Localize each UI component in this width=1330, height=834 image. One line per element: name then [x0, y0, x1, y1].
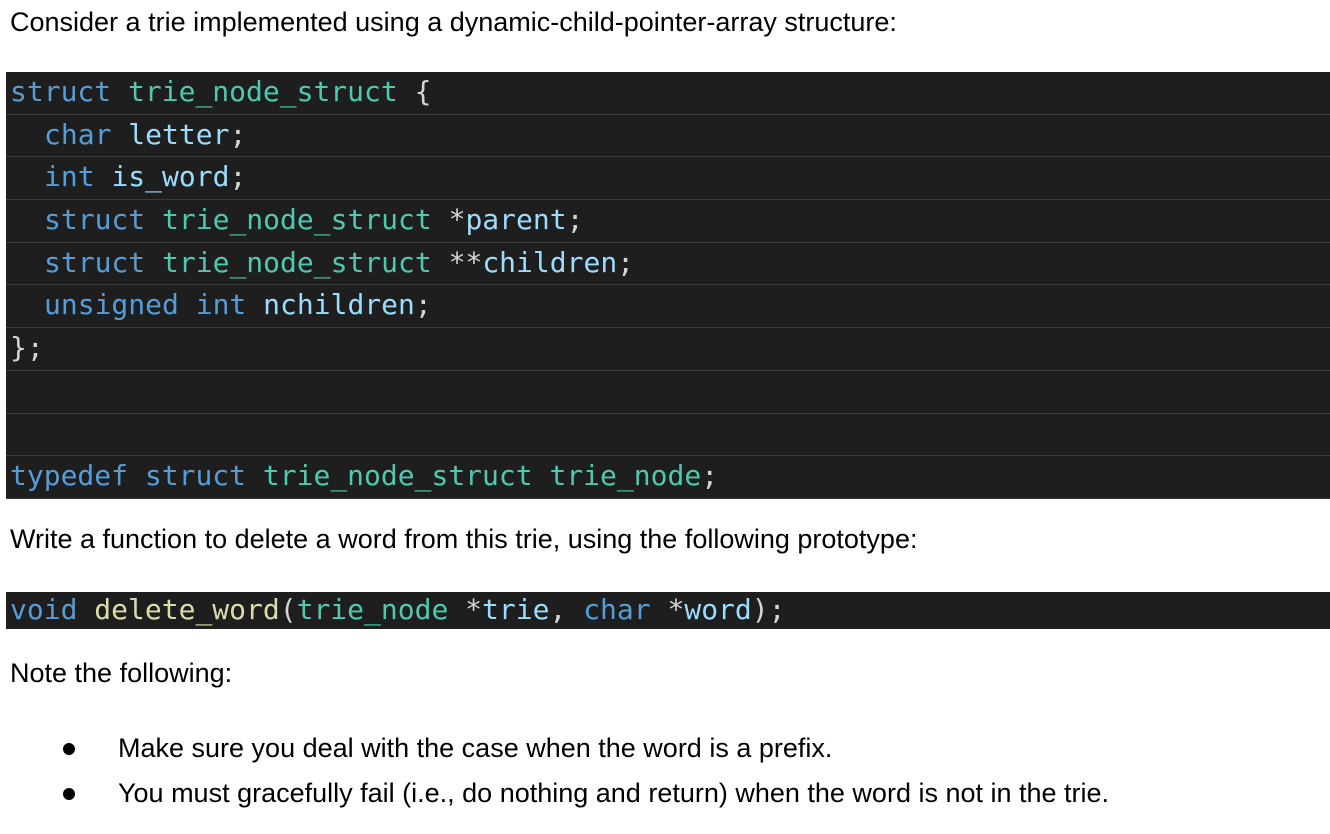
keyword: struct	[10, 75, 112, 108]
list-item-text: Make sure you deal with the case when th…	[118, 733, 833, 763]
intro-text: Consider a trie implemented using a dyna…	[10, 7, 897, 37]
type-name: trie_node	[549, 459, 702, 493]
code-line: struct trie_node_struct {	[6, 72, 1330, 115]
code-line: typedef struct trie_node_struct trie_nod…	[6, 456, 1330, 499]
keyword: char	[583, 593, 651, 626]
type-name: trie_node_struct	[162, 203, 432, 237]
punctuation: ;	[617, 245, 635, 279]
keyword: struct	[44, 203, 146, 237]
code-line: };	[6, 328, 1330, 371]
bullet-icon	[63, 788, 75, 800]
struct-code-block: struct trie_node_struct { char letter; i…	[6, 72, 1330, 499]
code-line: unsigned int nchildren;	[6, 285, 1330, 329]
code-line: struct trie_node_struct **children;	[6, 243, 1330, 286]
punctuation: ;	[566, 203, 584, 237]
parameter-name: word	[684, 593, 752, 626]
punctuation: ,	[549, 593, 567, 626]
punctuation: );	[751, 593, 786, 626]
pointer-operator: *	[448, 203, 466, 237]
field-name: letter	[128, 117, 230, 151]
code-line: int is_word;	[6, 157, 1330, 201]
prototype-code-block: void delete_word(trie_node *trie, char *…	[6, 592, 1330, 629]
pointer-operator: *	[465, 593, 483, 626]
pointer-operator: *	[667, 593, 685, 626]
note-heading: Note the following:	[10, 658, 233, 688]
type-name: trie_node_struct	[262, 459, 533, 493]
list-item-text: You must gracefully fail (i.e., do nothi…	[118, 778, 1110, 808]
field-name: parent	[465, 203, 567, 237]
keyword: char	[44, 117, 112, 151]
list-item: Make sure you deal with the case when th…	[0, 726, 1109, 771]
punctuation: (	[279, 593, 297, 626]
keyword: int	[195, 288, 247, 322]
list-item: You must gracefully fail (i.e., do nothi…	[0, 771, 1109, 816]
function-name: delete_word	[94, 593, 280, 626]
code-line-empty	[6, 414, 1330, 457]
punctuation: ;	[414, 288, 432, 322]
code-line: char letter;	[6, 115, 1330, 158]
field-name: children	[482, 245, 618, 279]
type-name: trie_node_struct	[162, 245, 432, 279]
type-name: trie_node_struct	[128, 75, 398, 108]
instruction-text: Write a function to delete a word from t…	[10, 524, 918, 554]
keyword: typedef	[10, 459, 129, 493]
punctuation: };	[10, 331, 44, 365]
code-line: struct trie_node_struct *parent;	[6, 200, 1330, 243]
punctuation: ;	[229, 160, 247, 194]
pointer-operator: **	[448, 245, 483, 279]
field-name: nchildren	[263, 288, 415, 322]
bullet-icon	[63, 743, 75, 755]
field-name: is_word	[111, 160, 230, 194]
code-line: void delete_word(trie_node *trie, char *…	[6, 592, 1330, 629]
keyword: struct	[44, 245, 146, 279]
parameter-name: trie	[482, 593, 550, 626]
punctuation: ;	[701, 459, 719, 493]
code-line-empty	[6, 371, 1330, 414]
punctuation: {	[414, 75, 432, 108]
keyword: unsigned	[44, 288, 179, 322]
type-name: trie_node	[296, 593, 449, 626]
keyword: void	[10, 593, 78, 626]
notes-list: Make sure you deal with the case when th…	[0, 726, 1109, 816]
keyword: int	[44, 160, 95, 194]
punctuation: ;	[229, 117, 247, 151]
keyword: struct	[144, 459, 247, 493]
